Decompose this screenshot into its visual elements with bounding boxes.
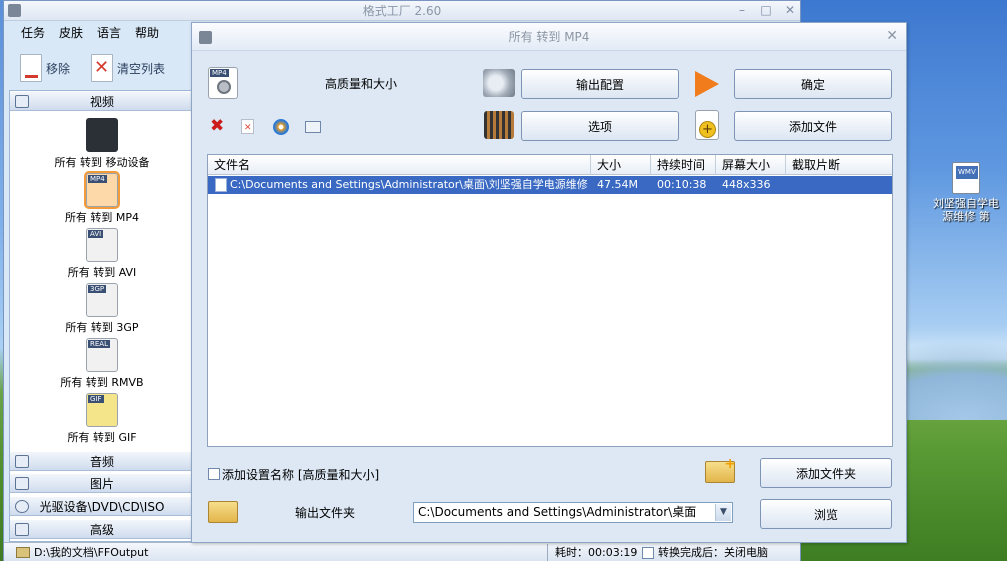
- minimize-icon[interactable]: –: [734, 3, 750, 17]
- cell-filename: C:\Documents and Settings\Administrator\…: [230, 178, 591, 191]
- picture-icon: [15, 477, 29, 490]
- disc-icon: [15, 500, 29, 513]
- menu-language[interactable]: 语言: [90, 22, 128, 44]
- video-file-icon: WMV: [952, 162, 980, 194]
- desktop-file-icon[interactable]: WMV 刘坚强自学电源维修 第: [930, 162, 1002, 223]
- convert-to-3gp[interactable]: 3GP 所有 转到 3GP: [10, 280, 194, 335]
- close-icon[interactable]: ✕: [886, 29, 898, 43]
- close-icon[interactable]: ✕: [782, 3, 798, 17]
- col-duration[interactable]: 持续时间: [651, 155, 716, 175]
- output-path-status[interactable]: D:\我的文档\FFOutput: [34, 543, 148, 561]
- delete-icon[interactable]: ✖: [210, 117, 224, 135]
- music-note-icon: [15, 455, 29, 468]
- col-screen-size[interactable]: 屏幕大小: [716, 155, 786, 175]
- after-done-label: 转换完成后：关闭电脑: [658, 546, 768, 559]
- main-toolbar: 移除 ✕ 清空列表: [4, 46, 194, 90]
- convert-label: 所有 转到 3GP: [65, 321, 139, 334]
- play-preview-icon[interactable]: [273, 119, 289, 135]
- avi-film-icon: AVI: [86, 228, 118, 262]
- gif-film-icon: GIF: [86, 393, 118, 427]
- film-reel-icon: [217, 80, 231, 94]
- arrow-right-icon: [695, 71, 719, 97]
- category-disc[interactable]: 光驱设备\DVD\CD\ISO: [10, 496, 194, 516]
- table-header: 文件名 大小 持续时间 屏幕大小 截取片断: [208, 155, 892, 175]
- options-button[interactable]: 选项: [521, 111, 679, 141]
- desktop-file-label: 刘坚强自学电源维修 第: [933, 197, 999, 223]
- browse-button[interactable]: 浏览: [760, 499, 892, 529]
- mp4-film-icon: MP4: [84, 171, 120, 209]
- convert-label: 所有 转到 GIF: [67, 431, 137, 444]
- maximize-icon[interactable]: □: [758, 3, 774, 17]
- convert-dialog: 所有 转到 MP4 ✕ MP4 高质量和大小 ✖ ✕ 输出配置 确定 选项 + …: [191, 22, 907, 543]
- film-icon: [15, 95, 29, 108]
- table-row[interactable]: C:\Documents and Settings\Administrator\…: [208, 176, 892, 194]
- remove-file-icon[interactable]: ✕: [241, 119, 254, 134]
- output-folder-value: C:\Documents and Settings\Administrator\…: [418, 505, 697, 519]
- add-folder-button[interactable]: 添加文件夹: [760, 458, 892, 488]
- main-window-title: 格式工厂 2.60: [362, 4, 442, 18]
- main-titlebar: 格式工厂 2.60 – □ ✕: [4, 1, 800, 21]
- preset-label: 高质量和大小: [325, 77, 398, 91]
- remove-button[interactable]: 移除: [20, 52, 70, 84]
- output-folder-icon: [208, 501, 238, 523]
- mobile-device-icon: [86, 118, 118, 152]
- menu-help[interactable]: 帮助: [128, 22, 166, 44]
- menu-task[interactable]: 任务: [14, 22, 52, 44]
- convert-to-mobile[interactable]: 所有 转到 移动设备: [10, 115, 194, 170]
- clear-list-button[interactable]: ✕ 清空列表: [91, 52, 165, 84]
- cell-size: 47.54M: [597, 178, 638, 191]
- folder-icon: [16, 547, 30, 558]
- cell-duration: 00:10:38: [657, 178, 707, 191]
- category-video[interactable]: 视频: [10, 91, 194, 111]
- convert-label: 所有 转到 RMVB: [60, 376, 144, 389]
- mp4-format-icon: MP4: [208, 67, 238, 99]
- elapsed-time: 耗时：00:03:19: [555, 546, 638, 559]
- dialog-titlebar: 所有 转到 MP4 ✕: [192, 23, 906, 51]
- convert-label: 所有 转到 AVI: [67, 266, 137, 279]
- output-folder-select[interactable]: C:\Documents and Settings\Administrator\…: [413, 502, 733, 523]
- cell-screen-size: 448x336: [722, 178, 771, 191]
- convert-label: 所有 转到 MP4: [64, 211, 140, 224]
- settings-gear-icon: [483, 69, 515, 97]
- document-minus-icon: [20, 54, 42, 82]
- app-icon: [8, 4, 21, 17]
- dialog-title: 所有 转到 MP4: [508, 30, 590, 44]
- ok-button[interactable]: 确定: [734, 69, 892, 99]
- clear-list-icon: ✕: [91, 54, 113, 82]
- convert-to-gif[interactable]: GIF 所有 转到 GIF: [10, 390, 194, 445]
- add-setting-name-label: 添加设置名称 [高质量和大小]: [222, 468, 380, 482]
- col-size[interactable]: 大小: [591, 155, 651, 175]
- add-folder-icon: +: [705, 456, 736, 483]
- convert-to-rmvb[interactable]: REAL 所有 转到 RMVB: [10, 335, 194, 390]
- category-advanced[interactable]: 高级: [10, 519, 194, 539]
- chevron-down-icon[interactable]: ▼: [715, 504, 731, 521]
- category-image[interactable]: 图片: [10, 473, 194, 493]
- status-bar: D:\我的文档\FFOutput 耗时：00:03:19 转换完成后：关闭电脑: [4, 542, 800, 561]
- file-list-table: 文件名 大小 持续时间 屏幕大小 截取片断 C:\Documents and S…: [207, 154, 893, 447]
- category-sidebar: 视频 所有 转到 移动设备 MP4 所有 转到 MP4 AVI 所有 转到 AV…: [9, 90, 195, 542]
- convert-to-mp4[interactable]: MP4 所有 转到 MP4: [10, 170, 194, 225]
- convert-label: 所有 转到 移动设备: [54, 156, 150, 169]
- film-scissors-icon: [484, 111, 514, 139]
- category-audio[interactable]: 音频: [10, 451, 194, 471]
- output-folder-label: 输出文件夹: [295, 506, 356, 520]
- app-icon: [199, 31, 212, 44]
- add-setting-name-checkbox[interactable]: [208, 468, 220, 480]
- media-info-icon[interactable]: [305, 121, 321, 133]
- advanced-icon: [15, 523, 29, 536]
- col-clip[interactable]: 截取片断: [786, 155, 892, 175]
- cell-clip: [786, 176, 892, 194]
- col-filename[interactable]: 文件名: [208, 155, 591, 175]
- status-divider: [547, 544, 548, 561]
- rmvb-film-icon: REAL: [86, 338, 118, 372]
- menu-bar: 任务 皮肤 语言 帮助: [4, 22, 194, 44]
- menu-skin[interactable]: 皮肤: [52, 22, 90, 44]
- output-config-button[interactable]: 输出配置: [521, 69, 679, 99]
- convert-to-avi[interactable]: AVI 所有 转到 AVI: [10, 225, 194, 280]
- add-file-button[interactable]: 添加文件: [734, 111, 892, 141]
- 3gp-film-icon: 3GP: [86, 283, 118, 317]
- shutdown-checkbox[interactable]: [642, 547, 654, 559]
- add-file-icon: +: [695, 110, 719, 140]
